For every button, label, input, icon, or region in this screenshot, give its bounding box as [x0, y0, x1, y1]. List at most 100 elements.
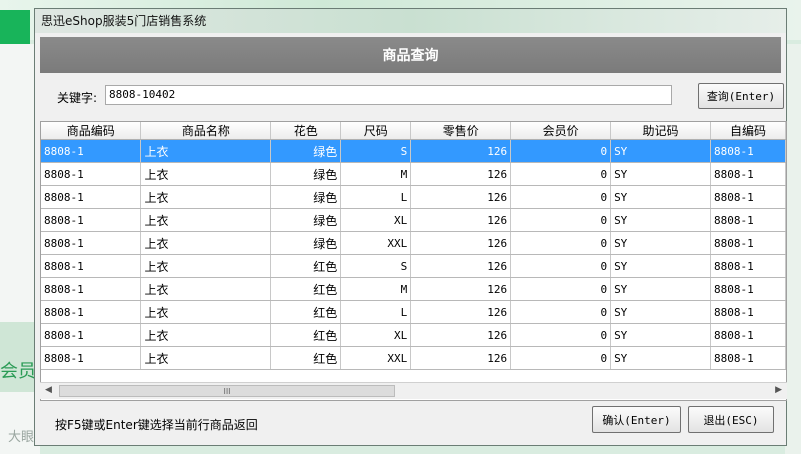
cell-code: 8808-1	[41, 185, 142, 209]
cell-name: 上衣	[140, 323, 272, 347]
cell-mnemonic: SY	[610, 254, 711, 278]
table-row[interactable]: 8808-1 上衣 绿色 XL 126 0 SY 8808-1	[41, 208, 786, 232]
background-right-panel	[785, 44, 801, 454]
hint-text: 按F5键或Enter键选择当前行商品返回	[55, 418, 258, 432]
column-header-custom-code[interactable]: 自编码	[710, 122, 786, 140]
product-table: 商品编码 商品名称 花色 尺码 零售价 会员价 助记码 自编码 8808-1 上衣…	[41, 122, 786, 370]
cell-name: 上衣	[140, 185, 272, 209]
window-title: 思迅eShop服装5门店销售系统	[35, 9, 786, 33]
cell-name: 上衣	[140, 300, 272, 324]
cell-custom-code: 8808-1	[710, 277, 786, 301]
table-row[interactable]: 8808-1 上衣 红色 M 126 0 SY 8808-1	[41, 277, 786, 301]
cell-custom-code: 8808-1	[710, 208, 786, 232]
cell-mnemonic: SY	[610, 208, 711, 232]
confirm-button[interactable]: 确认(Enter)	[592, 406, 681, 433]
cell-color: 绿色	[270, 162, 342, 186]
cell-custom-code: 8808-1	[710, 323, 786, 347]
cell-color: 绿色	[270, 231, 342, 255]
column-header-code[interactable]: 商品编码	[41, 122, 142, 140]
cell-custom-code: 8808-1	[710, 346, 786, 370]
table-row[interactable]: 8808-1 上衣 红色 XXL 126 0 SY 8808-1	[41, 346, 786, 370]
table-row[interactable]: 8808-1 上衣 绿色 L 126 0 SY 8808-1	[41, 185, 786, 209]
column-header-retail-price[interactable]: 零售价	[410, 122, 512, 140]
keyword-label: 关键字:	[57, 91, 98, 105]
cell-custom-code: 8808-1	[710, 139, 786, 163]
cell-code: 8808-1	[41, 300, 142, 324]
exit-button[interactable]: 退出(ESC)	[688, 406, 774, 433]
cell-size: XXL	[340, 231, 412, 255]
cell-member-price: 0	[510, 277, 612, 301]
cell-retail-price: 126	[410, 300, 512, 324]
cell-mnemonic: SY	[610, 300, 711, 324]
scroll-left-icon[interactable]: ◀	[45, 385, 52, 395]
keyword-input[interactable]: 8808-10402	[105, 85, 672, 105]
cell-custom-code: 8808-1	[710, 185, 786, 209]
cell-name: 上衣	[140, 346, 272, 370]
cell-retail-price: 126	[410, 139, 512, 163]
cell-code: 8808-1	[41, 139, 142, 163]
cell-retail-price: 126	[410, 254, 512, 278]
cell-mnemonic: SY	[610, 323, 711, 347]
cell-member-price: 0	[510, 346, 612, 370]
cell-color: 绿色	[270, 208, 342, 232]
cell-member-price: 0	[510, 162, 612, 186]
cell-size: XL	[340, 323, 412, 347]
cell-member-price: 0	[510, 231, 612, 255]
table-row[interactable]: 8808-1 上衣 绿色 S 126 0 SY 8808-1	[41, 139, 786, 163]
cell-member-price: 0	[510, 323, 612, 347]
cell-size: M	[340, 162, 412, 186]
query-button[interactable]: 查询(Enter)	[698, 83, 784, 109]
cell-mnemonic: SY	[610, 346, 711, 370]
product-grid[interactable]: 商品编码 商品名称 花色 尺码 零售价 会员价 助记码 自编码 8808-1 上衣…	[40, 121, 787, 401]
cell-retail-price: 126	[410, 162, 512, 186]
column-header-member-price[interactable]: 会员价	[510, 122, 612, 140]
cell-member-price: 0	[510, 300, 612, 324]
dialog-heading: 商品查询	[40, 37, 781, 73]
cell-code: 8808-1	[41, 277, 142, 301]
cell-color: 绿色	[270, 139, 342, 163]
column-header-name[interactable]: 商品名称	[140, 122, 272, 140]
table-row[interactable]: 8808-1 上衣 红色 XL 126 0 SY 8808-1	[41, 323, 786, 347]
column-header-size[interactable]: 尺码	[340, 122, 412, 140]
cell-code: 8808-1	[41, 254, 142, 278]
cell-mnemonic: SY	[610, 139, 711, 163]
cell-size: M	[340, 277, 412, 301]
table-header-row: 商品编码 商品名称 花色 尺码 零售价 会员价 助记码 自编码	[41, 122, 786, 140]
table-row[interactable]: 8808-1 上衣 绿色 M 126 0 SY 8808-1	[41, 162, 786, 186]
cell-code: 8808-1	[41, 162, 142, 186]
scroll-right-icon[interactable]: ▶	[775, 385, 782, 395]
cell-size: L	[340, 300, 412, 324]
cell-color: 红色	[270, 346, 342, 370]
cell-member-price: 0	[510, 208, 612, 232]
cell-size: S	[340, 254, 412, 278]
cell-size: S	[340, 139, 412, 163]
cell-retail-price: 126	[410, 185, 512, 209]
cell-size: XXL	[340, 346, 412, 370]
cell-mnemonic: SY	[610, 277, 711, 301]
scroll-thumb[interactable]: III	[59, 385, 395, 397]
cell-custom-code: 8808-1	[710, 300, 786, 324]
cell-mnemonic: SY	[610, 162, 711, 186]
cell-member-price: 0	[510, 254, 612, 278]
cell-name: 上衣	[140, 254, 272, 278]
cell-retail-price: 126	[410, 346, 512, 370]
cell-color: 红色	[270, 300, 342, 324]
cell-name: 上衣	[140, 231, 272, 255]
cell-retail-price: 126	[410, 277, 512, 301]
cell-member-price: 0	[510, 185, 612, 209]
column-header-color[interactable]: 花色	[270, 122, 342, 140]
cell-color: 绿色	[270, 185, 342, 209]
cell-retail-price: 126	[410, 323, 512, 347]
background-green-panel	[0, 10, 30, 44]
cell-code: 8808-1	[41, 231, 142, 255]
table-row[interactable]: 8808-1 上衣 绿色 XXL 126 0 SY 8808-1	[41, 231, 786, 255]
cell-code: 8808-1	[41, 346, 142, 370]
cell-code: 8808-1	[41, 208, 142, 232]
table-row[interactable]: 8808-1 上衣 红色 S 126 0 SY 8808-1	[41, 254, 786, 278]
cell-name: 上衣	[140, 277, 272, 301]
table-row[interactable]: 8808-1 上衣 红色 L 126 0 SY 8808-1	[41, 300, 786, 324]
cell-name: 上衣	[140, 139, 272, 163]
column-header-mnemonic[interactable]: 助记码	[610, 122, 711, 140]
cell-color: 红色	[270, 323, 342, 347]
horizontal-scrollbar[interactable]: ◀ III ▶	[40, 382, 787, 399]
